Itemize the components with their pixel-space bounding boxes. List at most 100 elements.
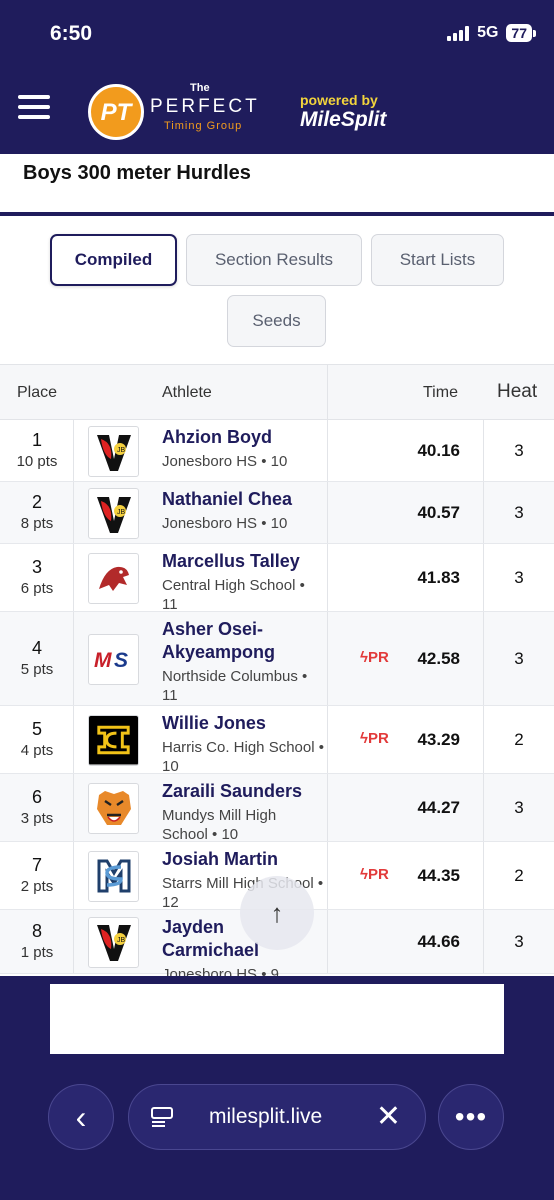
athlete-cell: Asher Osei-Akyeampong Northside Columbus … — [162, 618, 324, 705]
place-cell: 8 1 pts — [0, 921, 74, 961]
pr-badge: ϟPR — [360, 649, 389, 666]
athlete-cell: Ahzion Boyd Jonesboro HS • 10 — [162, 426, 324, 471]
place-number: 6 — [31, 787, 42, 807]
place-cell: 6 3 pts — [0, 787, 74, 827]
hamburger-menu-icon[interactable] — [18, 95, 50, 119]
place-cell: 2 8 pts — [0, 492, 74, 532]
tab-compiled[interactable]: Compiled — [50, 234, 177, 286]
cellular-signal-icon — [447, 25, 470, 41]
pt-badge-icon: PT — [88, 84, 144, 140]
cardinal-logo[interactable]: JB — [88, 916, 139, 968]
athlete-cell: Nathaniel Chea Jonesboro HS • 10 — [162, 488, 324, 533]
table-row[interactable]: 4 5 pts M S Asher Osei-Akyeampong Northside C… — [0, 612, 554, 706]
table-header: Place Athlete Time Heat — [0, 364, 554, 420]
table-row[interactable]: 2 8 pts JB Nathaniel Chea Jonesboro HS • 10 4… — [0, 482, 554, 544]
scroll-to-top-button[interactable]: ↑ — [240, 876, 314, 950]
place-number: 8 — [31, 921, 42, 941]
table-row[interactable]: 3 6 pts Marcellus Talley Central High Schoo… — [0, 544, 554, 614]
svg-text:S: S — [114, 649, 128, 672]
place-number: 4 — [31, 638, 42, 658]
tab-start-lists[interactable]: Start Lists — [371, 234, 504, 286]
place-number: 1 — [31, 430, 42, 450]
place-points: 3 pts — [20, 810, 54, 827]
url-text: milesplit.live — [209, 1105, 323, 1128]
place-points: 10 pts — [16, 453, 58, 470]
place-points: 8 pts — [20, 515, 54, 532]
title-divider — [0, 212, 554, 216]
athlete-team: Northside Columbus • 11 — [162, 668, 308, 704]
heat-number: 3 — [514, 441, 524, 460]
powered-by-label: powered by — [300, 92, 378, 108]
athlete-name-link[interactable]: Josiah Martin — [162, 848, 324, 871]
table-row[interactable]: 1 10 pts JB Ahzion Boyd Jonesboro HS • 10 40.… — [0, 420, 554, 482]
battery-icon: 77 — [506, 24, 536, 42]
more-options-button[interactable]: ••• — [438, 1084, 504, 1150]
place-number: 2 — [31, 492, 42, 512]
table-row[interactable]: 5 4 pts Willie Jones Harris Co. High School… — [0, 706, 554, 775]
place-points: 4 pts — [20, 742, 54, 759]
chevron-left-icon: ‹ — [75, 1098, 87, 1135]
cardinal-logo[interactable]: JB — [88, 488, 139, 539]
close-icon[interactable]: ✕ — [376, 1099, 401, 1134]
athlete-team: Mundys Mill High School • 10 — [162, 807, 277, 843]
athlete-cell: Marcellus Talley Central High School • 11 — [162, 550, 324, 614]
place-points: 1 pts — [20, 944, 54, 961]
result-time: 44.35 — [417, 866, 460, 885]
heat-number: 3 — [514, 649, 524, 668]
tab-seeds[interactable]: Seeds — [227, 295, 326, 347]
heat-number: 2 — [514, 866, 524, 885]
header-time: Time — [423, 384, 458, 401]
athlete-name-link[interactable]: Asher Osei-Akyeampong — [162, 618, 324, 664]
place-number: 7 — [31, 855, 42, 875]
header-athlete: Athlete — [162, 384, 212, 401]
result-time: 40.57 — [417, 503, 460, 522]
heat-number: 2 — [514, 730, 524, 749]
athlete-name-link[interactable]: Willie Jones — [162, 712, 324, 735]
heat-number: 3 — [514, 798, 524, 817]
ellipsis-icon: ••• — [454, 1101, 488, 1132]
status-indicators: 5G 77 — [447, 24, 536, 42]
place-cell: 7 2 pts — [0, 855, 74, 895]
cardinal-logo[interactable]: JB — [88, 426, 139, 477]
hc-logo[interactable] — [88, 714, 139, 766]
result-time: 44.66 — [417, 932, 460, 951]
result-time: 42.58 — [417, 649, 460, 668]
ms-logo[interactable]: MS — [88, 633, 139, 685]
pr-badge: ϟPR — [360, 866, 389, 883]
tiger-logo[interactable] — [88, 782, 139, 834]
svg-text:JB: JB — [117, 937, 126, 944]
place-cell: 1 10 pts — [0, 430, 74, 470]
header-place: Place — [17, 384, 58, 401]
header-heat: Heat — [497, 381, 538, 402]
athlete-team: Jonesboro HS • 10 — [162, 515, 288, 532]
perfect-timing-group-logo[interactable]: PT The PERFECT Timing Group — [78, 78, 283, 144]
result-time: 41.83 — [417, 568, 460, 587]
athlete-cell: Zaraili Saunders Mundys Mill High School … — [162, 780, 324, 844]
heat-number: 3 — [514, 568, 524, 587]
tab-section-results[interactable]: Section Results — [186, 234, 362, 286]
athlete-name-link[interactable]: Marcellus Talley — [162, 550, 324, 573]
app-header: PT The PERFECT Timing Group powered by M… — [0, 70, 554, 154]
place-points: 6 pts — [20, 580, 54, 597]
address-bar[interactable]: milesplit.live ✕ — [128, 1084, 426, 1150]
athlete-name-link[interactable]: Ahzion Boyd — [162, 426, 324, 449]
back-button[interactable]: ‹ — [48, 1084, 114, 1150]
athlete-name-link[interactable]: Zaraili Saunders — [162, 780, 324, 803]
status-time: 6:50 — [50, 22, 93, 45]
browser-toolbar: ‹ milesplit.live ✕ ••• — [0, 1068, 554, 1200]
logo-the-text: The — [190, 82, 210, 94]
milesplit-logo[interactable]: MileSplit — [300, 108, 386, 132]
table-row[interactable]: 6 3 pts Zaraili Saunders Mundys Mill High S… — [0, 774, 554, 844]
athlete-team: Jonesboro HS • 10 — [162, 453, 288, 470]
result-time: 40.16 — [417, 441, 460, 460]
lion-logo[interactable] — [88, 552, 139, 604]
athlete-team: Jonesboro HS • 9 — [162, 966, 279, 976]
ad-banner[interactable] — [50, 984, 504, 1054]
status-bar: 6:50 5G 77 — [0, 0, 554, 70]
lightning-icon: ϟ — [360, 866, 368, 883]
svg-text:JB: JB — [117, 509, 126, 516]
heat-number: 3 — [514, 503, 524, 522]
athlete-name-link[interactable]: Nathaniel Chea — [162, 488, 324, 511]
lightning-icon: ϟ — [360, 649, 368, 666]
sm-logo[interactable] — [88, 850, 139, 902]
